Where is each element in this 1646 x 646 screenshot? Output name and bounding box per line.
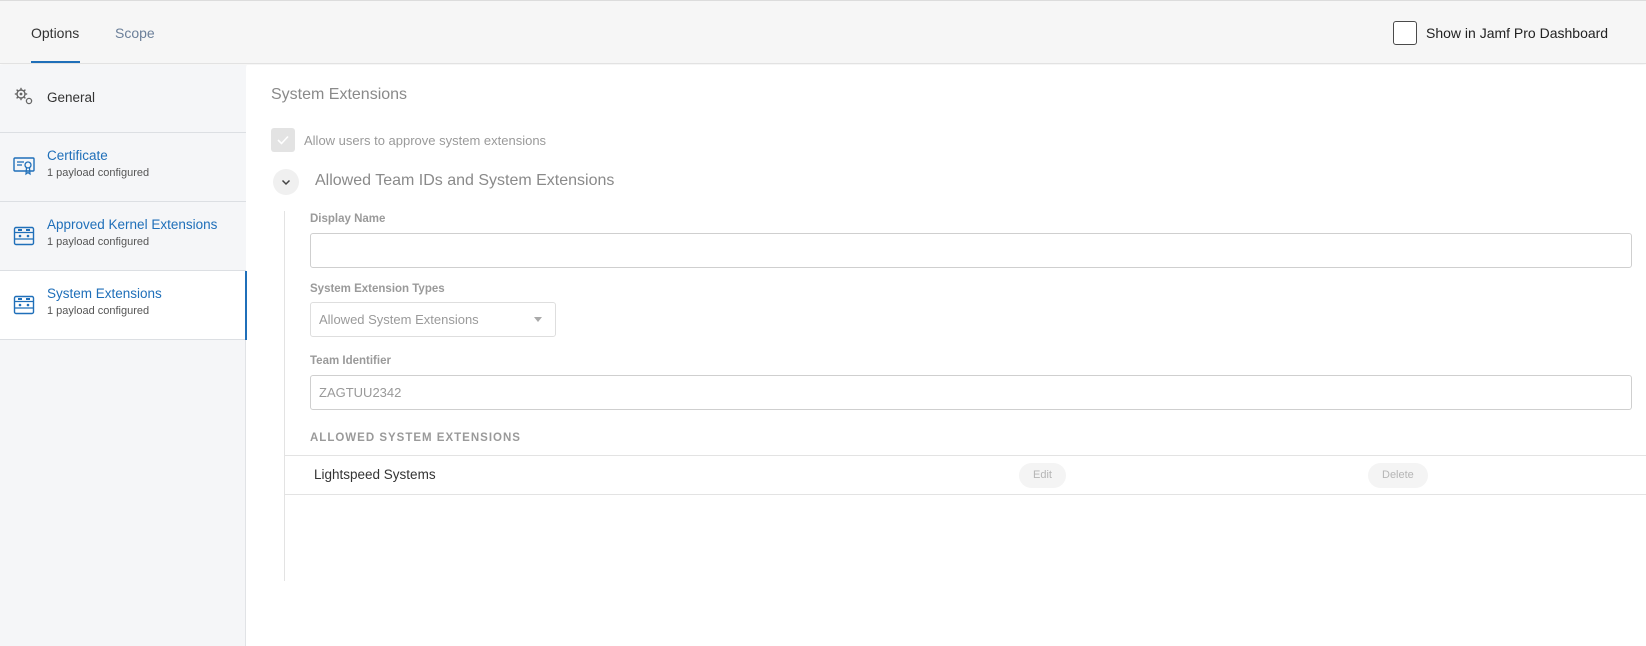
edit-button[interactable]: Edit — [1019, 463, 1066, 488]
section-rail — [284, 211, 285, 581]
checkmark-icon — [277, 135, 289, 145]
sidebar-item-label: Certificate — [47, 148, 108, 163]
extension-icon — [13, 226, 35, 246]
payload-editor: System Extensions Allow users to approve… — [247, 65, 1646, 646]
sidebar-item-label: System Extensions — [47, 286, 162, 301]
allow-user-approval-row: Allow users to approve system extensions — [271, 128, 546, 152]
extension-types-label: System Extension Types — [310, 283, 445, 295]
extension-types-value: Allowed System Extensions — [319, 312, 479, 327]
tab-scope[interactable]: Scope — [115, 1, 155, 65]
sidebar-item-status: 1 payload configured — [47, 236, 150, 248]
payload-sidebar: General Certificate 1 payload configured… — [0, 65, 247, 646]
section-title: Allowed Team IDs and System Extensions — [315, 172, 615, 189]
extension-types-select[interactable]: Allowed System Extensions — [310, 302, 556, 337]
display-name-input[interactable] — [310, 233, 1632, 268]
certificate-icon — [13, 157, 35, 176]
team-identifier-input[interactable]: ZAGTUU2342 — [310, 375, 1632, 410]
show-in-dashboard-toggle[interactable]: Show in Jamf Pro Dashboard — [1393, 21, 1608, 45]
allow-user-approval-checkbox[interactable] — [271, 128, 295, 152]
sidebar-item-general[interactable]: General — [0, 65, 246, 133]
allowed-extensions-heading: ALLOWED SYSTEM EXTENSIONS — [310, 432, 521, 444]
sidebar-item-label: Approved Kernel Extensions — [47, 217, 218, 232]
chevron-down-icon — [281, 179, 291, 185]
sidebar-item-system-extensions[interactable]: System Extensions 1 payload configured — [0, 271, 247, 340]
allow-user-approval-label: Allow users to approve system extensions — [304, 132, 547, 148]
sidebar-item-approved-kernel-extensions[interactable]: Approved Kernel Extensions 1 payload con… — [0, 202, 246, 271]
display-name-label: Display Name — [310, 213, 386, 225]
delete-button[interactable]: Delete — [1368, 463, 1428, 488]
dashboard-checkbox[interactable] — [1393, 21, 1417, 45]
active-tab-indicator — [31, 61, 80, 63]
list-item: Lightspeed Systems Edit Delete — [285, 455, 1646, 495]
top-bar: Options Scope Show in Jamf Pro Dashboard — [0, 0, 1646, 64]
page-title: System Extensions — [271, 86, 408, 103]
sidebar-item-certificate[interactable]: Certificate 1 payload configured — [0, 133, 246, 202]
caret-down-icon — [534, 317, 542, 322]
team-identifier-label: Team Identifier — [310, 355, 391, 367]
extension-name: Lightspeed Systems — [314, 467, 436, 482]
sidebar-item-status: 1 payload configured — [47, 305, 150, 317]
tab-options[interactable]: Options — [31, 1, 79, 65]
gear-icon — [14, 87, 33, 105]
sidebar-item-status: 1 payload configured — [47, 167, 150, 179]
sidebar-item-label: General — [47, 90, 96, 105]
dashboard-checkbox-label: Show in Jamf Pro Dashboard — [1426, 25, 1609, 41]
section-collapse-button[interactable] — [273, 169, 299, 195]
extension-icon — [13, 295, 35, 315]
